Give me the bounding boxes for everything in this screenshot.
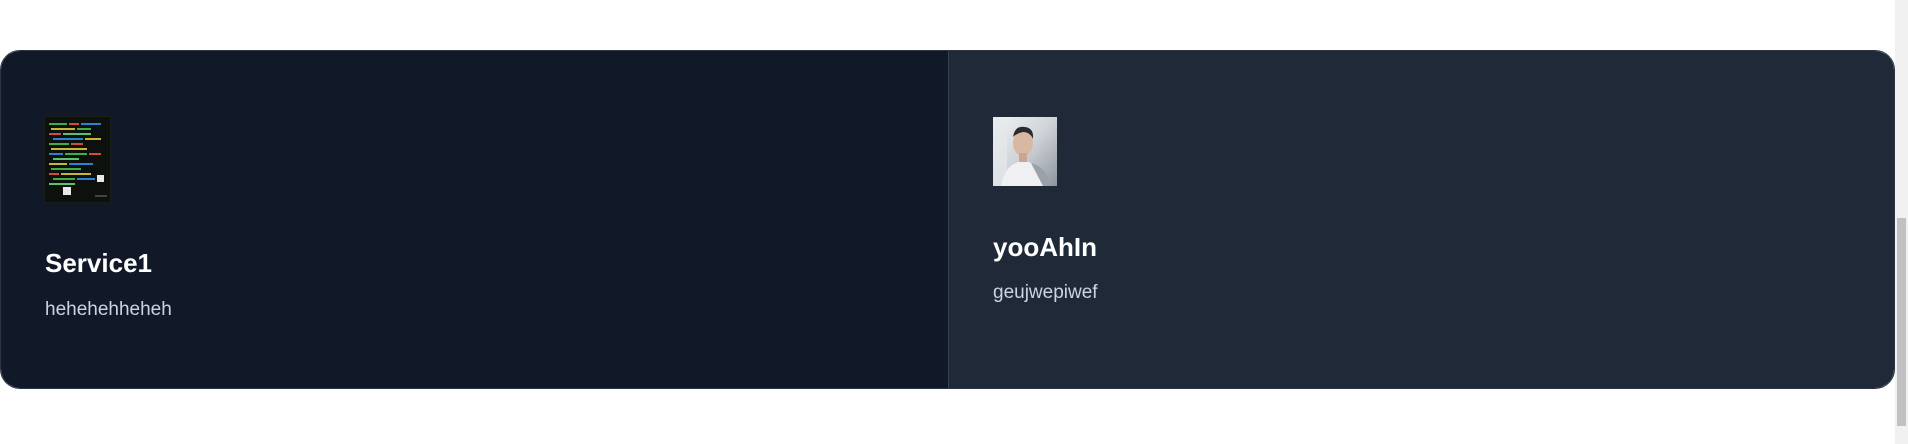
service-card-service1[interactable]: Service1 hehehehheheh bbox=[1, 51, 949, 388]
service-title: yooAhIn bbox=[993, 232, 1097, 262]
services-grid: Service1 hehehehheheh yooAhIn geujwepiwe… bbox=[0, 50, 1895, 389]
service-title: Service1 bbox=[45, 248, 152, 278]
page: Service1 hehehehheheh yooAhIn geujwepiwe… bbox=[0, 0, 1908, 444]
portrait-photo-image bbox=[993, 117, 1057, 186]
service-description: geujwepiwef bbox=[993, 282, 1098, 303]
service-description: hehehehheheh bbox=[45, 299, 172, 320]
vertical-scrollbar[interactable] bbox=[1895, 0, 1908, 444]
scrollbar-thumb[interactable] bbox=[1897, 218, 1906, 426]
code-screenshot-image bbox=[44, 116, 111, 203]
service-card-yooahin[interactable]: yooAhIn geujwepiwef bbox=[949, 51, 1894, 388]
